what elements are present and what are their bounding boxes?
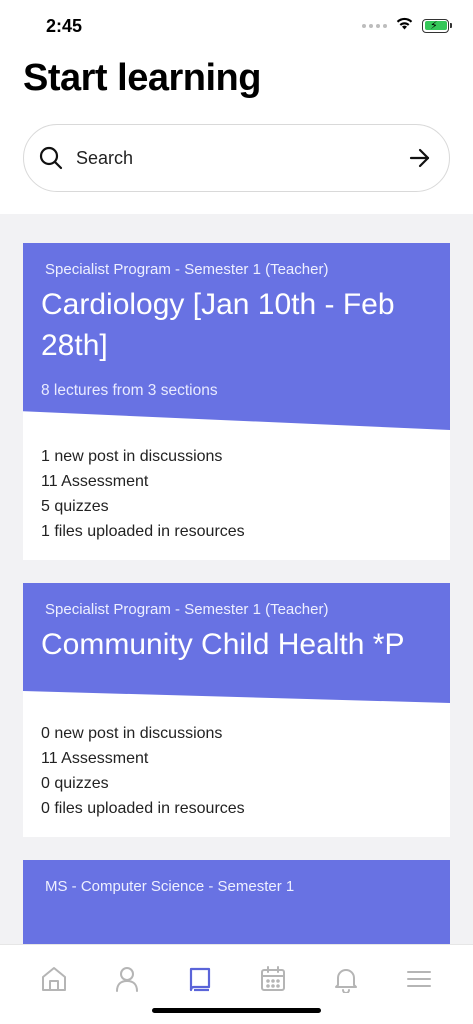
course-card[interactable]: Specialist Program - Semester 1 (Teacher…	[23, 243, 450, 560]
calendar-icon	[259, 965, 287, 998]
course-program: MS - Computer Science - Semester 1	[45, 878, 295, 895]
course-resources: 0 files uploaded in resources	[41, 800, 245, 817]
tab-menu[interactable]	[399, 965, 439, 999]
tab-profile[interactable]	[107, 965, 147, 999]
course-assessments: 11 Assessment	[41, 750, 149, 767]
course-list[interactable]: Specialist Program - Semester 1 (Teacher…	[0, 214, 473, 944]
status-indicators: ⚡	[362, 16, 452, 35]
course-assessments: 11 Assessment	[41, 473, 149, 490]
wifi-icon	[395, 16, 414, 35]
status-time: 2:45	[46, 16, 83, 36]
tab-courses[interactable]	[180, 965, 220, 999]
course-discussions: 1 new post in discussions	[41, 448, 223, 465]
battery-icon: ⚡	[422, 18, 452, 33]
menu-icon	[405, 965, 433, 998]
arrow-right-icon[interactable]	[407, 145, 433, 171]
search-bar[interactable]	[23, 124, 450, 192]
course-quizzes: 5 quizzes	[41, 498, 109, 515]
course-program: Specialist Program - Semester 1 (Teacher…	[45, 261, 329, 278]
course-quizzes: 0 quizzes	[41, 775, 109, 792]
profile-icon	[113, 965, 141, 998]
cellular-signal-icon	[362, 23, 387, 28]
course-card[interactable]: MS - Computer Science - Semester 1	[23, 860, 450, 944]
bell-icon	[332, 965, 360, 998]
home-icon	[40, 965, 68, 998]
course-title: Cardiology [Jan 10th - Feb 28th]	[41, 288, 395, 362]
page-title: Start learning	[23, 57, 261, 99]
course-lectures: 8 lectures from 3 sections	[41, 382, 218, 399]
book-icon	[186, 965, 214, 998]
course-card[interactable]: Specialist Program - Semester 1 (Teacher…	[23, 583, 450, 837]
tab-home[interactable]	[34, 965, 74, 999]
search-icon	[38, 145, 64, 171]
course-card-body: 1 new post in discussions 11 Assessment …	[23, 430, 450, 560]
tab-notifications[interactable]	[326, 965, 366, 999]
course-card-header: MS - Computer Science - Semester 1	[23, 860, 450, 944]
search-input[interactable]	[76, 147, 407, 169]
status-bar: 2:45 ⚡	[0, 0, 473, 50]
course-program: Specialist Program - Semester 1 (Teacher…	[45, 601, 329, 618]
course-discussions: 0 new post in discussions	[41, 725, 223, 742]
course-title: Community Child Health *P	[41, 628, 405, 661]
course-card-body: 0 new post in discussions 11 Assessment …	[23, 703, 450, 837]
course-card-header: Specialist Program - Semester 1 (Teacher…	[23, 583, 450, 703]
home-indicator	[152, 1008, 321, 1013]
course-card-header: Specialist Program - Semester 1 (Teacher…	[23, 243, 450, 430]
course-resources: 1 files uploaded in resources	[41, 523, 245, 540]
tab-calendar[interactable]	[253, 965, 293, 999]
